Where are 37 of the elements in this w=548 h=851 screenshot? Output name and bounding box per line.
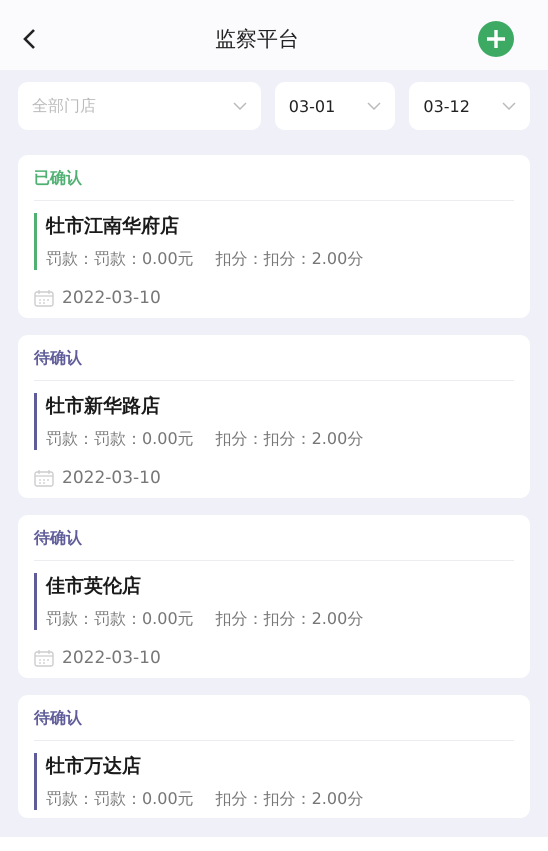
date-text: 2022-03-10	[62, 468, 161, 488]
date-text: 2022-03-10	[62, 648, 161, 668]
store-name: 牡市新华路店	[46, 394, 161, 419]
record-card[interactable]: 待确认 佳市英伦店 罚款：罚款：0.00元 扣分：扣分：2.00分 2022-03-10	[18, 515, 530, 678]
points-text: 扣分：扣分：2.00分	[216, 429, 364, 450]
start-date-select[interactable]: 03-01	[274, 82, 396, 130]
status-label: 待确认	[34, 515, 514, 561]
fine-text: 罚款：罚款：0.00元	[46, 789, 194, 810]
page-title: 监察平台	[215, 26, 299, 53]
calendar-icon	[34, 650, 54, 666]
calendar-icon	[34, 470, 54, 486]
end-date-value: 03-12	[423, 96, 471, 116]
fine-text: 罚款：罚款：0.00元	[46, 249, 194, 270]
record-card[interactable]: 待确认 牡市新华路店 罚款：罚款：0.00元 扣分：扣分：2.00分 2022-03-10	[18, 335, 530, 498]
status-label: 待确认	[34, 695, 514, 741]
store-name: 佳市英伦店	[46, 574, 142, 599]
chevron-down-icon	[502, 102, 516, 110]
status-label: 已确认	[34, 155, 514, 201]
record-card[interactable]: 待确认 牡市万达店 罚款：罚款：0.00元 扣分：扣分：2.00分	[18, 695, 530, 818]
chevron-down-icon	[367, 102, 382, 110]
end-date-select[interactable]: 03-12	[409, 82, 530, 130]
status-label: 待确认	[34, 335, 514, 381]
start-date-value: 03-01	[288, 96, 336, 116]
store-placeholder: 全部门店	[32, 96, 97, 116]
calendar-icon	[34, 290, 54, 306]
record-card[interactable]: 已确认 牡市江南华府店 罚款：罚款：0.00元 扣分：扣分：2.00分 2022-03-10	[18, 155, 530, 318]
points-text: 扣分：扣分：2.00分	[216, 609, 364, 630]
back-icon[interactable]	[22, 28, 36, 50]
store-name: 牡市万达店	[46, 754, 142, 779]
fine-text: 罚款：罚款：0.00元	[46, 609, 194, 630]
add-icon[interactable]	[478, 21, 514, 57]
points-text: 扣分：扣分：2.00分	[216, 789, 364, 810]
store-name: 牡市江南华府店	[46, 214, 180, 239]
chevron-down-icon	[232, 102, 247, 110]
date-text: 2022-03-10	[62, 288, 161, 308]
fine-text: 罚款：罚款：0.00元	[46, 429, 194, 450]
points-text: 扣分：扣分：2.00分	[216, 249, 364, 270]
